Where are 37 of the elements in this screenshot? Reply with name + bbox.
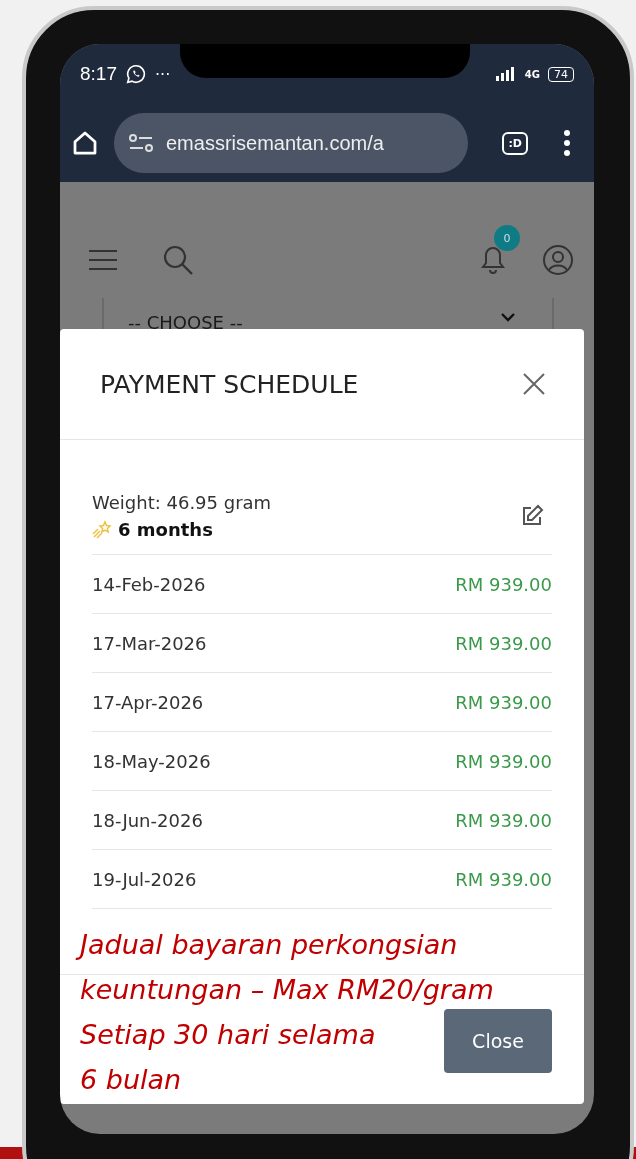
payment-amount: RM 939.00 — [455, 868, 552, 890]
payment-amount: RM 939.00 — [455, 573, 552, 595]
weight-text: Weight: 46.95 gram — [92, 492, 272, 513]
user-icon[interactable] — [542, 244, 574, 276]
annotation-line: 6 bulan — [79, 1063, 183, 1097]
payment-date: 19-Jul-2026 — [92, 868, 197, 890]
payment-amount: RM 939.00 — [455, 809, 552, 831]
close-button[interactable]: Close — [444, 1009, 552, 1073]
payment-date: 17-Mar-2026 — [92, 632, 207, 654]
payment-date: 18-Jun-2026 — [92, 809, 203, 831]
payment-amount: RM 939.00 — [455, 691, 552, 713]
battery-level: 74 — [548, 66, 574, 82]
payment-amount: RM 939.00 — [455, 750, 552, 772]
status-time: 8:17 — [80, 63, 117, 85]
network-type: 4G — [524, 68, 540, 80]
duration-text: 6 months — [118, 519, 213, 540]
payment-date: 14-Feb-2026 — [92, 573, 206, 595]
status-more: ··· — [155, 64, 171, 84]
annotation-line: Setiap 30 hari selama — [79, 1018, 377, 1052]
annotation-line: keuntungan – Max RM20/gram — [79, 973, 495, 1007]
signal-icon — [494, 67, 517, 81]
modal-title: PAYMENT SCHEDULE — [100, 369, 359, 399]
address-bar[interactable]: emassrisemantan.com/a — [114, 113, 469, 173]
close-icon[interactable] — [522, 372, 546, 396]
search-icon[interactable] — [162, 244, 194, 276]
payment-date: 18-May-2026 — [92, 750, 211, 772]
tab-switcher[interactable]: :D — [502, 131, 528, 155]
payment-date: 17-Apr-2026 — [92, 691, 204, 713]
payment-amount: RM 939.00 — [455, 632, 552, 654]
chat-icon — [125, 63, 147, 85]
notification-badge: 0 — [494, 225, 520, 251]
edit-icon[interactable] — [520, 504, 544, 528]
url-text: emassrisemantan.com/a — [166, 131, 384, 155]
chevron-icon — [500, 312, 516, 322]
site-settings-icon[interactable] — [128, 133, 154, 153]
shooting-star-icon — [92, 519, 112, 540]
menu-icon[interactable] — [562, 129, 572, 157]
